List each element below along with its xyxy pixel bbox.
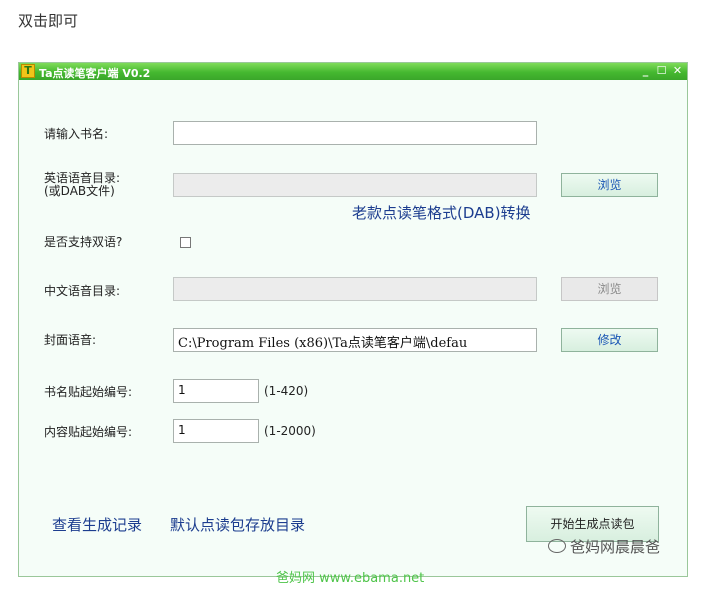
english-browse-button[interactable]: 浏览 <box>561 173 658 197</box>
english-dir-label: 英语语音目录: <box>44 171 121 185</box>
content-sticker-input[interactable]: 1 <box>173 419 259 443</box>
close-icon[interactable]: ✕ <box>671 63 684 79</box>
dab-convert-link[interactable]: 老款点读笔格式(DAB)转换 <box>352 202 531 223</box>
bilingual-checkbox[interactable] <box>180 237 191 248</box>
cover-audio-input[interactable]: C:\Program Files (x86)\Ta点读笔客户端\defau <box>173 328 537 352</box>
content-sticker-label: 内容贴起始编号: <box>44 425 133 439</box>
chinese-browse-button[interactable]: 浏览 <box>561 277 658 301</box>
content-sticker-range: (1-2000) <box>264 424 316 438</box>
app-logo-icon: T <box>21 64 35 78</box>
chinese-dir-input[interactable] <box>173 277 537 301</box>
site-url: 爸妈网 www.ebama.net <box>276 571 425 586</box>
book-name-input[interactable] <box>173 121 537 145</box>
cover-audio-label: 封面语音: <box>44 333 97 347</box>
default-dir-link[interactable]: 默认点读包存放目录 <box>170 514 305 535</box>
english-dir-input[interactable] <box>173 173 537 197</box>
chinese-dir-label: 中文语音目录: <box>44 284 121 298</box>
maximize-icon[interactable]: ☐ <box>655 63 668 79</box>
wechat-icon <box>548 539 566 553</box>
book-sticker-label: 书名贴起始编号: <box>44 385 133 399</box>
caption: 双击即可 <box>18 12 79 30</box>
window-title: Ta点读笔客户端 V0.2 <box>39 67 151 80</box>
book-sticker-input[interactable]: 1 <box>173 379 259 403</box>
bilingual-label: 是否支持双语? <box>44 235 123 249</box>
watermark: 爸妈网晨晨爸 <box>548 536 660 557</box>
english-dir-sublabel: (或DAB文件) <box>44 184 115 198</box>
minimize-icon[interactable]: _ <box>639 63 652 79</box>
title-bar[interactable]: T Ta点读笔客户端 V0.2 _ ☐ ✕ <box>19 63 687 80</box>
book-name-label: 请输入书名: <box>44 127 109 141</box>
watermark-text: 爸妈网晨晨爸 <box>570 538 661 556</box>
cover-modify-button[interactable]: 修改 <box>561 328 658 352</box>
app-window: T Ta点读笔客户端 V0.2 _ ☐ ✕ 请输入书名: 英语语音目录: (或D… <box>18 62 688 577</box>
view-log-link[interactable]: 查看生成记录 <box>52 514 142 535</box>
book-sticker-range: (1-420) <box>264 384 309 398</box>
